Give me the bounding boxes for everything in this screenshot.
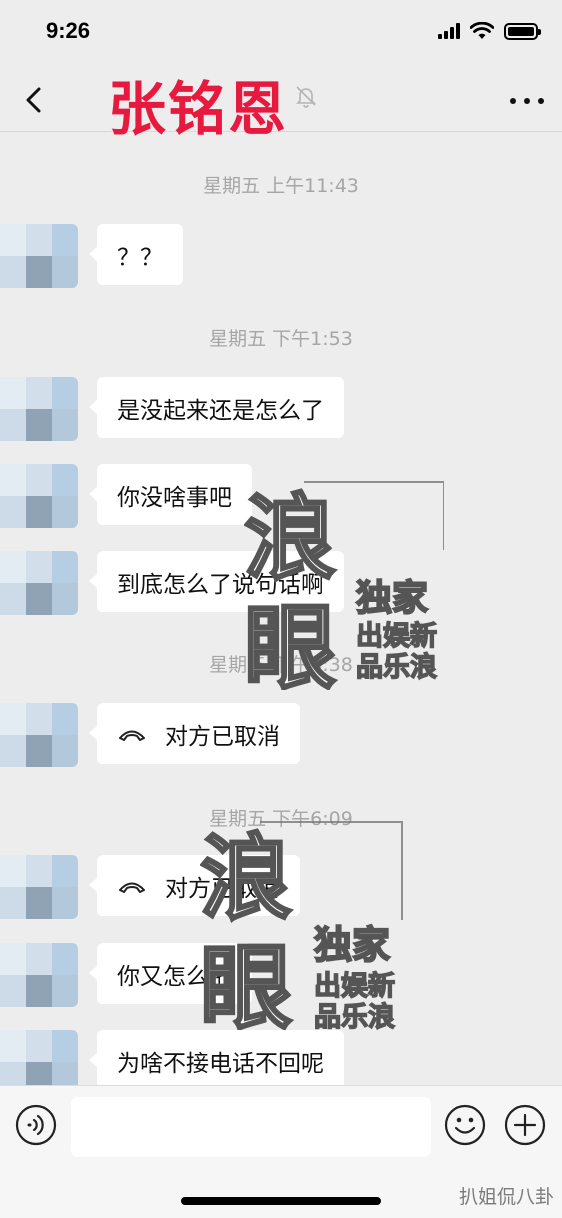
timestamp: 星期五 下午6:09 xyxy=(209,808,353,830)
plus-button[interactable] xyxy=(504,1104,546,1146)
emoji-button[interactable] xyxy=(444,1104,486,1146)
back-button[interactable] xyxy=(18,82,54,118)
message-bubble[interactable]: 是没起来还是怎么了 xyxy=(89,377,344,438)
status-bar: 9:26 xyxy=(0,0,562,70)
timestamp: 星期五 下午1:53 xyxy=(209,328,353,350)
call-status-text: 对方已取消 xyxy=(165,875,280,902)
avatar[interactable] xyxy=(0,855,78,919)
avatar[interactable] xyxy=(0,943,78,1007)
wifi-icon xyxy=(470,22,494,39)
avatar[interactable] xyxy=(0,1030,78,1085)
avatar[interactable] xyxy=(0,551,78,615)
call-status-text: 对方已取消 xyxy=(165,723,280,750)
corner-watermark: 扒姐侃八卦 xyxy=(458,1186,554,1208)
message-input[interactable] xyxy=(71,1097,431,1157)
chat-header: 张铭恩 xyxy=(0,70,562,143)
battery-icon xyxy=(504,22,541,40)
avatar[interactable] xyxy=(0,464,78,528)
chat-area[interactable]: 星期五 上午11:43 ？？ 星期五 下午1:53 是没起来还是怎么了 你没啥事… xyxy=(0,133,562,1085)
signal-icon xyxy=(438,23,460,39)
message-bubble[interactable]: 你又怎么啦 xyxy=(89,943,252,1004)
message-bubble[interactable]: ？？ xyxy=(89,224,183,285)
avatar[interactable] xyxy=(0,377,78,441)
phone-hangup-icon xyxy=(119,882,145,893)
status-time: 9:26 xyxy=(46,18,91,43)
timestamp: 星期五 下午4:38 xyxy=(209,654,353,676)
avatar[interactable] xyxy=(0,224,78,288)
timestamp: 星期五 上午11:43 xyxy=(203,175,359,197)
status-icons xyxy=(438,22,541,40)
voice-input-button[interactable] xyxy=(15,1104,57,1146)
message-bubble[interactable]: 你没啥事吧 xyxy=(89,464,252,525)
call-message-bubble[interactable]: 对方已取消 xyxy=(89,855,300,916)
avatar[interactable] xyxy=(0,703,78,767)
mute-bell-icon xyxy=(296,86,316,108)
message-bubble[interactable]: 为啥不接电话不回呢 xyxy=(89,1030,344,1085)
home-indicator[interactable] xyxy=(181,1197,381,1205)
phone-hangup-icon xyxy=(119,730,145,741)
more-options-button[interactable] xyxy=(510,86,544,116)
call-message-bubble[interactable]: 对方已取消 xyxy=(89,703,300,764)
message-bubble[interactable]: 到底怎么了说句话啊 xyxy=(89,551,344,612)
